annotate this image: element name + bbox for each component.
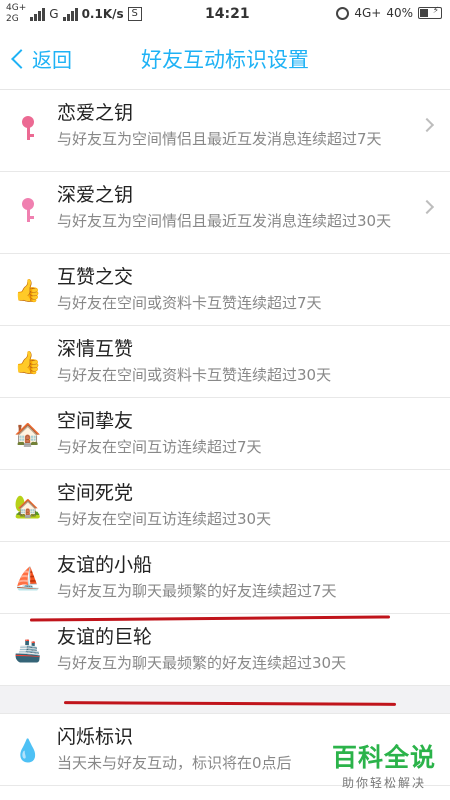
love-key-icon (14, 114, 42, 142)
item-name: 空间死党 (57, 482, 134, 504)
network-type-right: 4G+ (354, 6, 382, 20)
item-name: 恋爱之钥 (57, 102, 134, 124)
network-speed: 0.1K/s (81, 7, 124, 21)
status-left: 4G+ 2G G 0.1K/s S (6, 3, 142, 25)
s-app-icon: S (127, 7, 142, 21)
carrier-letter: G (49, 7, 59, 21)
item-desc: 与好友在空间互访连续超过7天 (57, 438, 262, 456)
list-item-deep-love-key[interactable]: 深爱之钥 与好友互为空间情侣且最近互发消息连续超过30天 (0, 172, 450, 254)
network-type-bottom: 2G (6, 14, 19, 24)
watermark-main: 百科全说 (331, 743, 436, 772)
house-gold-icon: 🏡 (14, 495, 42, 520)
battery-icon (418, 6, 442, 19)
signal-icon (30, 7, 46, 21)
network-type: 4G+ 2G (6, 3, 26, 25)
item-desc: 与好友互为聊天最频繁的好友连续超过7天 (57, 582, 337, 600)
signal-icon-2 (62, 7, 78, 21)
item-desc: 与好友互为空间情侣且最近互发消息连续超过30天 (57, 212, 392, 230)
nav-header: 返回 好友互动标识设置 (0, 30, 450, 90)
item-name: 友谊的小船 (57, 554, 153, 576)
item-name: 互赞之交 (57, 266, 134, 288)
ship-icon: 🚢 (14, 639, 42, 664)
item-desc: 与好友在空间或资料卡互赞连续超过7天 (57, 294, 322, 312)
watermark-sub: 助你轻松解决 (341, 776, 426, 790)
status-right: 4G+ 40% (336, 6, 442, 20)
list-item-space-buddy[interactable]: 🏡 空间死党 与好友在空间互访连续超过30天 (0, 470, 450, 542)
item-desc: 与好友互为空间情侣且最近互发消息连续超过7天 (57, 130, 382, 148)
list-item-space-friend[interactable]: 🏠 空间挚友 与好友在空间互访连续超过7天 (0, 398, 450, 470)
item-desc: 与好友在空间或资料卡互赞连续超过30天 (57, 366, 332, 384)
item-name: 闪烁标识 (57, 726, 134, 748)
house-icon: 🏠 (14, 423, 42, 448)
network-type-top: 4G+ (6, 3, 27, 13)
sailboat-icon: ⛵ (14, 567, 42, 592)
item-name: 深情互赞 (57, 338, 134, 360)
page-title: 好友互动标识设置 (141, 48, 309, 72)
thumbs-up-heart-icon: 👍 (14, 351, 42, 376)
section-divider (0, 686, 450, 714)
chevron-right-icon (419, 117, 435, 133)
deep-love-key-icon (14, 196, 42, 224)
watermark: 百科全说 助你轻松解决 (332, 738, 436, 791)
flash-drop-icon: 💧 (14, 739, 42, 764)
list-item-deep-like[interactable]: 👍 深情互赞 与好友在空间或资料卡互赞连续超过30天 (0, 326, 450, 398)
alarm-icon (336, 6, 350, 20)
list-item-mutual-like[interactable]: 👍 互赞之交 与好友在空间或资料卡互赞连续超过7天 (0, 254, 450, 326)
item-desc: 与好友互为聊天最频繁的好友连续超过30天 (57, 654, 347, 672)
list-item-friendship-boat[interactable]: ⛵ 友谊的小船 与好友互为聊天最频繁的好友连续超过7天 (0, 542, 450, 614)
item-desc: 与好友在空间互访连续超过30天 (57, 510, 272, 528)
item-name: 空间挚友 (57, 410, 134, 432)
chevron-right-icon (419, 199, 435, 215)
item-name: 深爱之钥 (57, 184, 134, 206)
list-item-love-key[interactable]: 恋爱之钥 与好友互为空间情侣且最近互发消息连续超过7天 (0, 90, 450, 172)
thumbs-up-icon: 👍 (14, 279, 42, 304)
battery-percent: 40% (386, 6, 413, 20)
status-time: 14:21 (205, 6, 250, 22)
list-item-friendship-ship[interactable]: 🚢 友谊的巨轮 与好友互为聊天最频繁的好友连续超过30天 (0, 614, 450, 686)
status-bar: 4G+ 2G G 0.1K/s S 14:21 4G+ 40% (0, 0, 450, 30)
setting-list: 恋爱之钥 与好友互为空间情侣且最近互发消息连续超过7天 深爱之钥 与好友互为空间… (0, 90, 450, 786)
item-name: 友谊的巨轮 (57, 626, 153, 648)
